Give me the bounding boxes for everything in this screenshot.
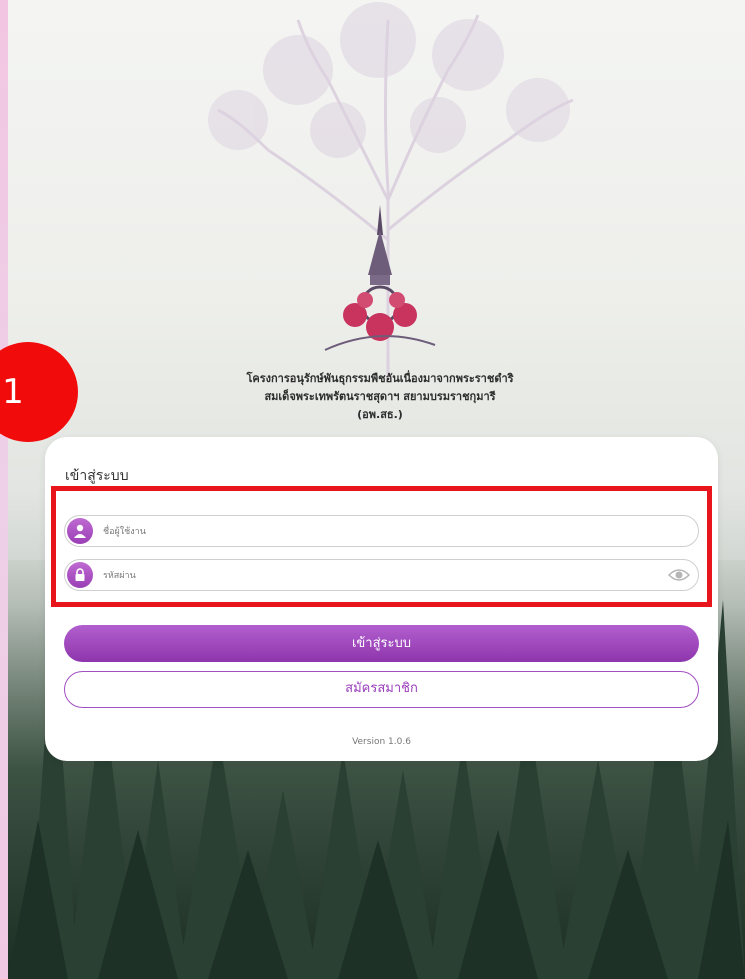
version-label: Version 1.0.6 — [352, 737, 411, 747]
org-name-line-3: (อพ.สธ.) — [357, 408, 403, 421]
login-button[interactable]: เข้าสู่ระบบ — [64, 625, 699, 662]
register-button[interactable]: สมัครสมาชิก — [64, 671, 699, 708]
org-name-line-1: โครงการอนุรักษ์พันธุกรรมพืชอันเนื่องมาจา… — [246, 372, 514, 385]
org-name-line-2: สมเด็จพระเทพรัตนราชสุดาฯ สยามบรมราชกุมาร… — [264, 390, 496, 403]
credentials-highlight-box — [51, 486, 712, 607]
login-heading: เข้าสู่ระบบ — [65, 468, 129, 484]
left-edge-strip — [0, 0, 8, 979]
rspg-crest-icon — [324, 205, 436, 351]
